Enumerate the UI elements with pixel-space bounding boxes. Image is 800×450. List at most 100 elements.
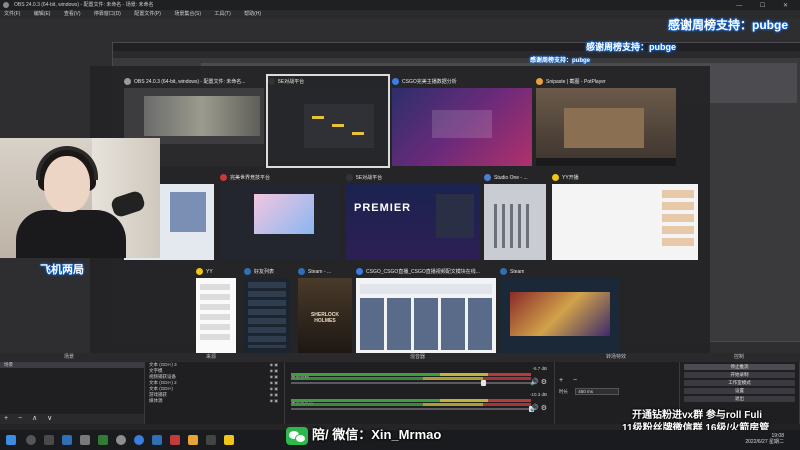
transition-duration-row: 时长 450 ms — [555, 386, 623, 397]
wanmei-banner — [254, 194, 314, 234]
potplayer-icon — [536, 78, 543, 86]
volume-fader[interactable] — [291, 382, 531, 384]
studio-mode-button[interactable]: 工作室模式 — [684, 380, 795, 386]
steam-icon[interactable] — [62, 435, 72, 445]
volume-fader[interactable] — [291, 408, 531, 410]
steam-check-icon — [298, 268, 305, 276]
menu-scene-collection[interactable]: 场景集合(S) — [174, 11, 201, 17]
switcher-window-potplayer[interactable]: Snipaste | 截图 - PotPlayer — [536, 76, 676, 166]
switcher-window-studio-one[interactable]: Studio One - ... — [484, 172, 546, 260]
dock-header-sources: 来源 — [206, 354, 217, 360]
exit-button[interactable]: 退出 — [684, 396, 795, 402]
studio-one-faders — [494, 204, 534, 248]
obs-icon[interactable] — [116, 435, 126, 445]
mixer-track-mic: 麦克风/Aux -10.3 dB 🔊 ⚙ — [291, 392, 547, 414]
duration-input[interactable]: 450 ms — [575, 388, 620, 395]
gear-icon[interactable]: ⚙ — [541, 404, 547, 412]
scenes-toolbar[interactable]: + − ∧ ∨ — [0, 414, 144, 424]
volume-fader-knob[interactable] — [481, 380, 486, 386]
menu-view[interactable]: 查看(V) — [64, 11, 81, 17]
window-label: Steam — [510, 269, 525, 275]
nested-obs-menu — [113, 51, 800, 58]
switcher-window-yy-live[interactable]: YY开播 — [552, 172, 698, 260]
app-icon[interactable] — [98, 435, 108, 445]
menu-tools[interactable]: 工具(T) — [214, 11, 230, 17]
window-label: OBS 24.0.3 (64-bit, windows) - 配置文件: 未命名… — [134, 79, 246, 85]
switcher-window-steam-store[interactable]: Steam — [500, 266, 620, 356]
switcher-window-yy[interactable]: YY — [196, 266, 236, 356]
5e-toggle — [312, 116, 324, 119]
5e-icon — [268, 78, 275, 86]
gear-icon[interactable]: ⚙ — [541, 378, 547, 386]
taskbar-clock[interactable]: 19:08 2022/6/27 星期二 — [745, 433, 784, 445]
switcher-window-friends[interactable]: 好友列表 — [244, 266, 290, 356]
switcher-window-csgo-data[interactable]: CSGO完美主播数据分析 — [392, 76, 532, 166]
5e-toggle — [332, 124, 344, 127]
holmes-title: SHERLOCK HOLMES — [310, 312, 340, 324]
csgo-live-grid — [360, 298, 492, 350]
nested-obs-title — [113, 43, 800, 51]
menu-file[interactable]: 文件(F) — [4, 11, 20, 17]
task-switcher: OBS 24.0.3 (64-bit, windows) - 配置文件: 未命名… — [90, 66, 710, 362]
transitions-toolbar[interactable]: + − — [555, 376, 679, 386]
webcam-caption: 飞机两局 — [40, 264, 84, 276]
audio-mixer-panel: 桌面音频 -5.7 dB 🔊 ⚙ 麦克风/Aux -10.3 dB 🔊 ⚙ — [285, 362, 555, 424]
window-label: 5E对战平台 — [278, 79, 305, 85]
switcher-window-5e-premier[interactable]: 5E对战平台 PREMIER — [346, 172, 480, 260]
wechat-text: 陪/ 微信：Xin_Mrmao — [312, 427, 442, 442]
menu-edit[interactable]: 编辑(E) — [34, 11, 51, 17]
scene-item[interactable]: 场景 — [0, 362, 144, 368]
yy-icon[interactable] — [224, 435, 234, 445]
switcher-window-csgo-live[interactable]: CSGO_CSGO直播_CSGO直播视频配文模块在线... — [356, 266, 496, 356]
webcam-person-body — [16, 210, 126, 258]
menu-profile[interactable]: 配置文件(P) — [134, 11, 161, 17]
wechat-contact: 陪/ 微信：Xin_Mrmao — [286, 424, 441, 446]
settings-button[interactable]: 设置 — [684, 388, 795, 394]
window-titlebar: OBS 24.0.3 (64-bit, windows) - 配置文件: 未命名… — [0, 0, 800, 10]
switcher-window-5e-selected[interactable]: 5E对战平台 — [266, 74, 390, 168]
obs-screen: OBS 24.0.3 (64-bit, windows) - 配置文件: 未命名… — [0, 0, 800, 450]
window-label: Steam - ... — [308, 269, 332, 275]
csgo-live-header — [360, 284, 492, 294]
wanmei-icon — [220, 174, 227, 182]
start-recording-button[interactable]: 开始录制 — [684, 372, 795, 378]
obs-thumb-preview — [144, 96, 260, 136]
window-label: 完美世界竞技平台 — [230, 175, 271, 181]
speaker-icon[interactable]: 🔊 — [530, 378, 539, 386]
steam-icon[interactable] — [152, 435, 162, 445]
yy-icon — [552, 174, 559, 182]
mixer-track-db: -10.3 dB — [529, 392, 547, 397]
premier-login-box — [436, 194, 474, 238]
window-label: 好友列表 — [254, 269, 275, 275]
menu-help[interactable]: 帮助(H) — [244, 11, 261, 17]
steam-store-banner — [510, 292, 610, 336]
level-meter — [291, 399, 531, 402]
source-item[interactable]: 媒体源 ◉ ▣ — [145, 398, 284, 404]
menu-docks[interactable]: 停靠窗口(D) — [94, 11, 121, 17]
window-label: CSGO_CSGO直播_CSGO直播视频配文模块在线... — [366, 269, 480, 275]
potplayer-icon[interactable] — [188, 435, 198, 445]
switcher-window-wanmei[interactable]: 完美世界竞技平台 — [220, 172, 340, 260]
window-label: YY — [206, 269, 213, 275]
task-view-icon[interactable] — [44, 435, 54, 445]
app-icon[interactable] — [80, 435, 90, 445]
eye-icon[interactable]: ◉ ▣ — [270, 398, 278, 404]
search-icon[interactable] — [26, 435, 36, 445]
dock-header-transitions: 转场特效 — [606, 354, 627, 360]
level-meter — [291, 377, 531, 380]
partial-content — [170, 192, 206, 232]
sources-panel: 文本 (GDI+) 3 ◉ ▣ 文字模 ◉ ▣ 视频捕获设备 ◉ ▣ 文本 (GDI+… — [145, 362, 285, 424]
5e-icon[interactable] — [206, 435, 216, 445]
5e-toggle — [352, 132, 364, 135]
yy-avatar-list — [662, 190, 694, 250]
window-label: CSGO完美主播数据分析 — [402, 79, 457, 85]
windows-start-icon[interactable] — [6, 435, 16, 445]
speaker-icon[interactable]: 🔊 — [530, 404, 539, 412]
wanmei-icon[interactable] — [170, 435, 180, 445]
switcher-window-steam-game[interactable]: Steam - ... SHERLOCK HOLMES — [298, 266, 352, 356]
wechat-icon — [286, 426, 308, 445]
stop-streaming-button[interactable]: 停止推流 — [684, 364, 795, 370]
browser-icon[interactable] — [134, 435, 144, 445]
clock-date: 2022/6/27 星期二 — [745, 439, 784, 445]
yy-chat-list — [200, 284, 230, 344]
